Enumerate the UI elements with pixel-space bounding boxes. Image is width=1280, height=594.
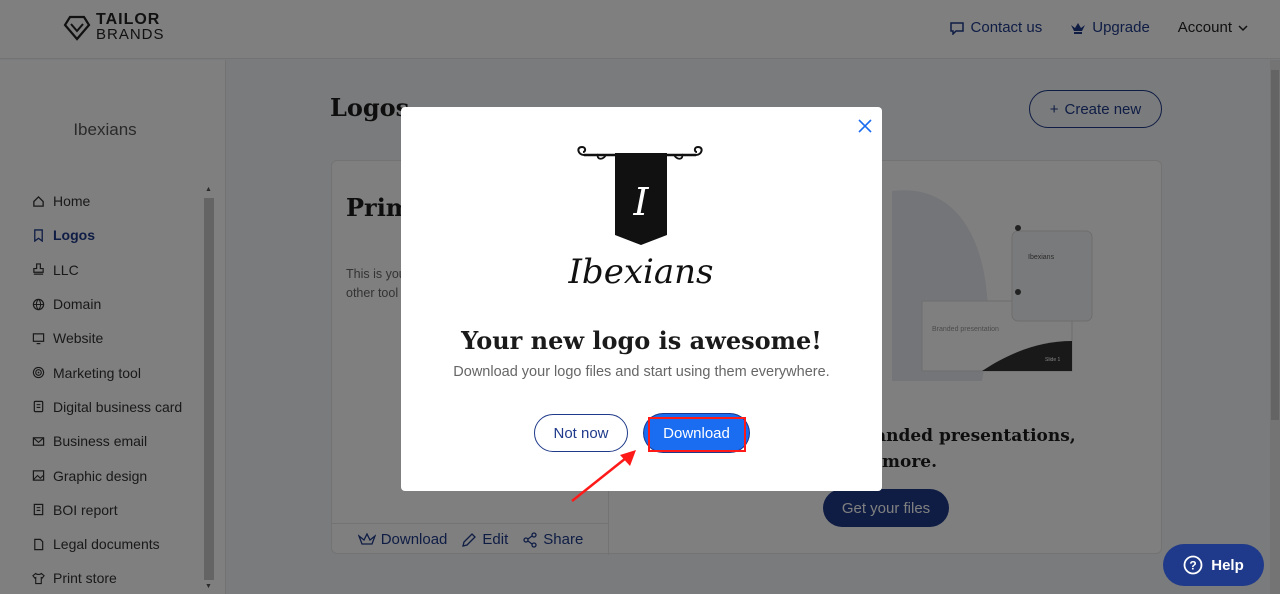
modal-title: Your new logo is awesome!	[461, 326, 822, 355]
help-label: Help	[1211, 556, 1244, 574]
question-mark-icon: ?	[1183, 555, 1203, 575]
logo-ready-modal: I Ibexians Your new logo is awesome! Dow…	[401, 107, 882, 491]
logo-monogram: I	[632, 180, 649, 224]
modal-subtitle: Download your logo files and start using…	[453, 364, 830, 380]
help-button[interactable]: ? Help	[1163, 544, 1264, 586]
ibexians-logo: I Ibexians	[568, 145, 714, 292]
logo-wordmark: Ibexians	[568, 252, 714, 292]
svg-text:?: ?	[1190, 559, 1197, 573]
close-icon[interactable]	[856, 117, 874, 135]
download-button[interactable]: Download	[644, 414, 749, 452]
not-now-button[interactable]: Not now	[534, 414, 628, 452]
